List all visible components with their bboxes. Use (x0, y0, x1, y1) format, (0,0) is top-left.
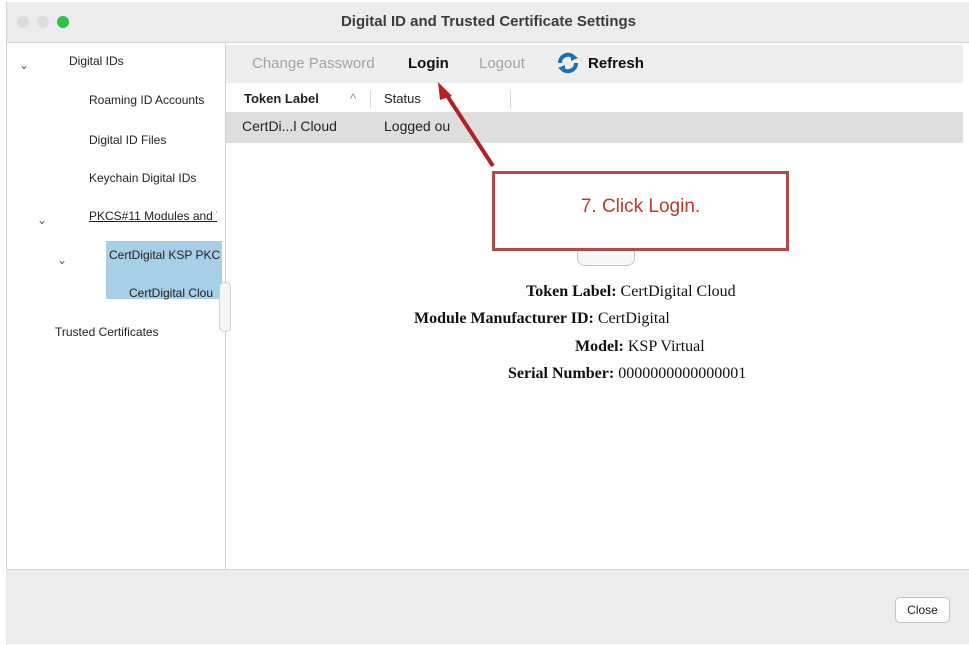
annotation-arrow (438, 82, 495, 168)
